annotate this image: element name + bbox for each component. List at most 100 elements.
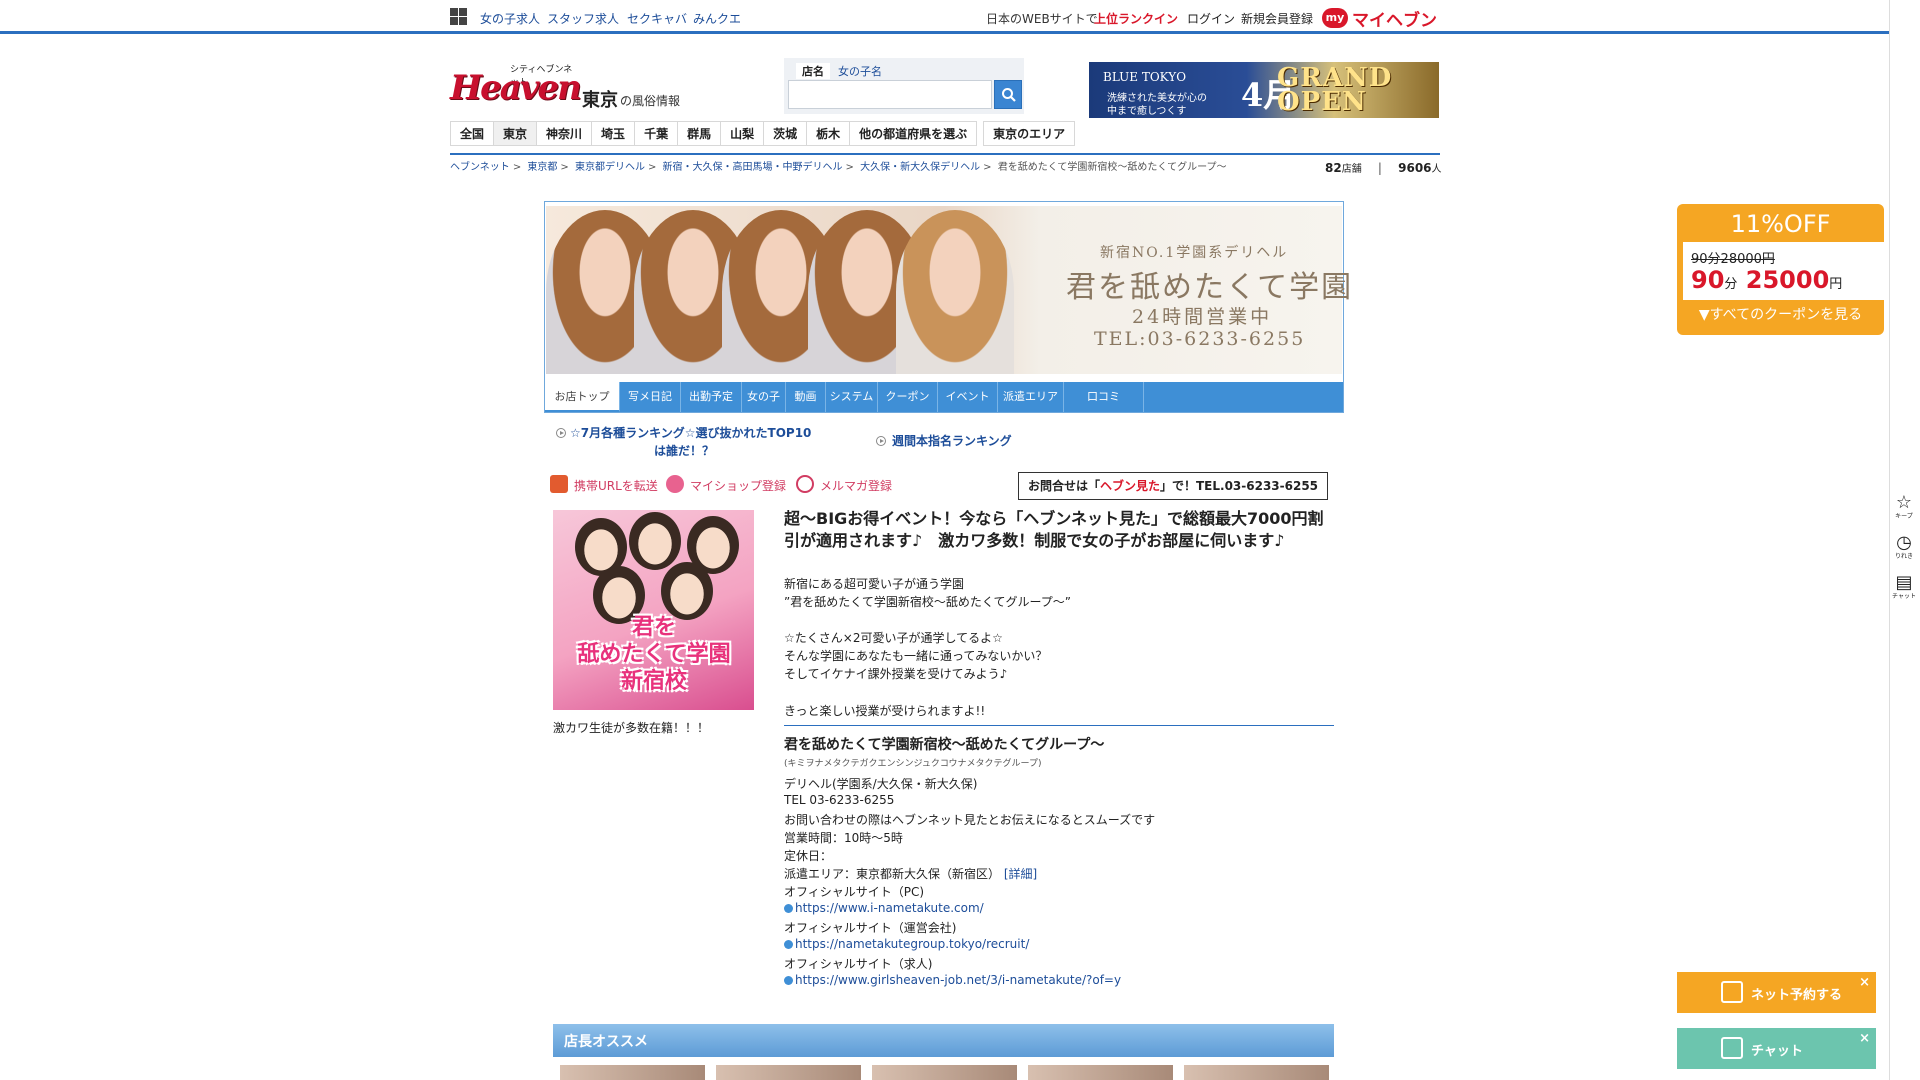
mailmag-link[interactable]: メルマガ登録	[820, 477, 892, 494]
region-item-ibaraki[interactable]: 茨城	[764, 121, 808, 146]
tab-reviews[interactable]: 口コミ	[1064, 382, 1144, 412]
news-ranking-link[interactable]: ☆7月各種ランキング☆選び抜かれたTOP10	[570, 424, 811, 441]
official-company-url[interactable]: https://nametakutegroup.tokyo/recruit/	[795, 937, 1029, 951]
register-link[interactable]: 新規会員登録	[1241, 10, 1313, 27]
coupon-widget[interactable]: 11%OFF 90分28000円 90分 25000円 ▼すべてのクーポンを見る	[1677, 204, 1884, 335]
official-pc-url[interactable]: https://www.i-nametakute.com/	[795, 901, 984, 915]
banner-ad-headline: GRAND OPEN	[1277, 63, 1393, 117]
tab-coupon[interactable]: クーポン	[878, 382, 938, 412]
region-title: 東京	[582, 90, 618, 111]
banner-ad-copy: 洗練された美女が心の中まで癒しつくす	[1107, 93, 1207, 117]
shop-count: 82	[1325, 161, 1342, 175]
myheaven-badge-icon[interactable]: my	[1322, 8, 1348, 28]
grid-menu-icon[interactable]	[450, 8, 467, 25]
news-bullet-icon	[876, 436, 886, 446]
region-item-gunma[interactable]: 群馬	[678, 121, 722, 146]
toplink-sekucaba[interactable]: セクキャバ	[627, 10, 687, 27]
people-count-unit: 人	[1431, 164, 1442, 175]
shop-photo-logo-line: 新宿校	[620, 669, 687, 694]
shop-tel[interactable]: TEL 03-6233-6255	[784, 793, 894, 807]
recommend-thumb[interactable]	[1028, 1065, 1173, 1080]
region-item-saitama[interactable]: 埼玉	[592, 121, 636, 146]
tab-system[interactable]: システム	[826, 382, 878, 412]
region-item-all[interactable]: 全国	[450, 121, 495, 146]
keep-button[interactable]: ☆ キープ	[1891, 492, 1917, 522]
heart-icon	[666, 475, 684, 493]
banner-ad[interactable]: BLUE TOKYO 洗練された美女が心の中まで癒しつくす 4月 GRAND O…	[1089, 62, 1439, 118]
chat-label: チャット	[1751, 1044, 1803, 1059]
ranking-link[interactable]: 上位ランクイン	[1094, 10, 1178, 27]
recommend-thumb[interactable]	[872, 1065, 1017, 1080]
region-item-yamanashi[interactable]: 山梨	[721, 121, 765, 146]
region-area-dropdown[interactable]: 東京のエリア	[983, 121, 1076, 146]
link-bullet-icon	[784, 976, 793, 985]
tab-event[interactable]: イベント	[938, 382, 998, 412]
search-input[interactable]	[788, 80, 992, 109]
search-icon	[1002, 88, 1016, 102]
myshop-link[interactable]: マイショップ登録	[690, 477, 786, 494]
site-logo[interactable]: シティヘブンネット Heaven	[450, 62, 582, 108]
top-bar: 女の子求人 スタッフ求人 セクキャバ みんクエ 日本のWEBサイトで 上位ランク…	[0, 0, 1889, 34]
shop-name: 君を舐めたくて学園新宿校～舐めたくてグループ～	[784, 737, 1105, 753]
description-line: ☆たくさん×2可愛い子が通学してるよ☆	[784, 631, 1003, 645]
close-icon[interactable]: ×	[1859, 1031, 1870, 1046]
shop-area: 派遣エリア：東京都新大久保（新宿区） [詳細]	[784, 865, 1037, 882]
tab-shop-top[interactable]: お店トップ	[545, 382, 620, 412]
toplink-minque[interactable]: みんクエ	[693, 10, 741, 27]
tab-schedule[interactable]: 出勤予定	[681, 382, 742, 412]
coupon-price: 25000	[1745, 266, 1830, 294]
tab-photo-diary[interactable]: 写メ日記	[620, 382, 681, 412]
tab-dispatch-area[interactable]: 派遣エリア	[998, 382, 1064, 412]
contact-suffix: 」で！TEL.03-6233-6255	[1159, 479, 1319, 493]
contact-prefix: お問合せは「	[1027, 479, 1100, 493]
tab-girls[interactable]: 女の子	[742, 382, 786, 412]
reserve-button[interactable]: ネット予約する ×	[1677, 972, 1876, 1013]
breadcrumb-item[interactable]: 新宿・大久保・高田馬場・中野デリヘル	[663, 162, 843, 173]
region-item-kanagawa[interactable]: 神奈川	[537, 121, 593, 146]
news-bullet-icon	[556, 428, 566, 438]
breadcrumb-item[interactable]: ヘブンネット	[450, 162, 510, 173]
news-ranking-link-cont[interactable]: は誰だ！？	[654, 442, 714, 459]
shop-area-detail-link[interactable]: [詳細]	[1004, 867, 1037, 881]
region-item-other-prefectures[interactable]: 他の都道府県を選ぶ	[850, 121, 978, 146]
history-button[interactable]: ◷ りれき	[1891, 532, 1917, 562]
ranking-prefix: 日本のWEBサイトで	[986, 12, 1098, 26]
news-weekly-ranking-link[interactable]: 週間本指名ランキング	[892, 432, 1012, 449]
official-recruit-url[interactable]: https://www.girlsheaven-job.net/3/i-name…	[795, 973, 1121, 987]
chat-icon: ▤	[1895, 572, 1913, 593]
recommend-thumb[interactable]	[716, 1065, 861, 1080]
chat-button[interactable]: チャット ×	[1677, 1028, 1876, 1069]
shop-area-text: 派遣エリア：東京都新大久保（新宿区）	[784, 867, 1001, 881]
rail-chat-label: チャット	[1892, 593, 1916, 600]
rail-chat-button[interactable]: ▤ チャット	[1891, 572, 1917, 602]
description-line: 新宿にある超可愛い子が通う学園	[784, 577, 965, 591]
breadcrumb-item[interactable]: 東京都	[527, 162, 557, 173]
search-tab-shop[interactable]: 店名	[796, 63, 830, 79]
shop-photo[interactable]: 君を 舐めたくて学園 新宿校	[553, 510, 754, 710]
coupon-all-link[interactable]: ▼すべてのクーポンを見る	[1677, 304, 1884, 324]
login-link[interactable]: ログイン	[1187, 10, 1235, 27]
recommend-thumb[interactable]	[1184, 1065, 1329, 1080]
region-item-chiba[interactable]: 千葉	[635, 121, 679, 146]
close-icon[interactable]: ×	[1859, 975, 1870, 990]
region-item-tochigi[interactable]: 栃木	[807, 121, 851, 146]
shop-photo-logo: 君を 舐めたくて学園 新宿校	[569, 614, 739, 700]
tab-video[interactable]: 動画	[786, 382, 826, 412]
breadcrumb-item[interactable]: 大久保・新大久保デリヘル	[860, 162, 980, 173]
breadcrumb-item[interactable]: 東京都デリヘル	[575, 162, 645, 173]
logo-text: Heaven	[450, 68, 582, 108]
contact-highlight: ヘブン見た	[1099, 479, 1160, 493]
region-item-tokyo[interactable]: 東京	[494, 121, 538, 146]
myheaven-link[interactable]: マイヘブン	[1352, 6, 1437, 31]
description-line: そしてイケナイ課外授業を受けてみよう♪	[784, 667, 1008, 681]
shop-banner-name: 君を舐めたくて学園	[1066, 270, 1354, 305]
shop-count-unit: 店舗	[1341, 164, 1362, 175]
toplink-girls-job[interactable]: 女の子求人	[480, 10, 540, 27]
reserve-label: ネット予約する	[1751, 988, 1843, 1003]
toplink-staff-job[interactable]: スタッフ求人	[547, 10, 619, 27]
search-tab-girl[interactable]: 女の子名	[838, 63, 882, 79]
recommend-thumb[interactable]	[560, 1065, 705, 1080]
nav-divider	[450, 153, 1440, 155]
search-button[interactable]	[994, 80, 1022, 109]
mobile-url-link[interactable]: 携帯URLを転送	[574, 477, 658, 494]
